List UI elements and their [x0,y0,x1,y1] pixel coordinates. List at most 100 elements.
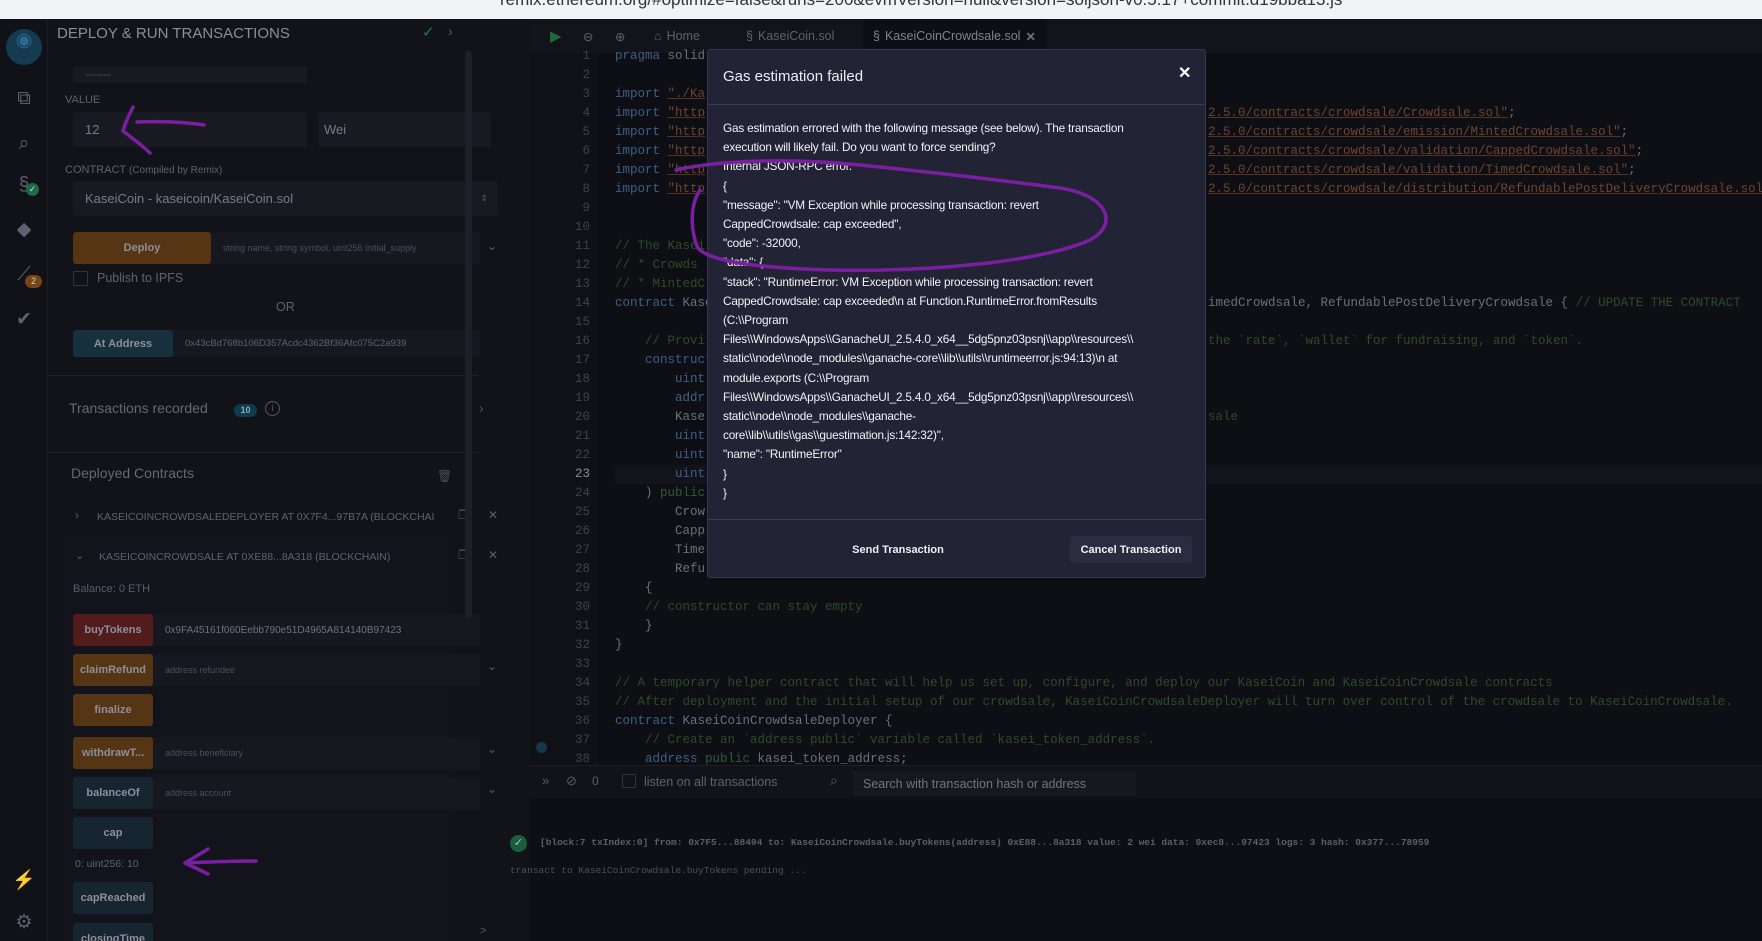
withdrawtokens-button[interactable]: withdrawT... [73,737,153,769]
withdrawtokens-input[interactable]: address beneficiary [153,737,480,769]
deploy-params-input[interactable]: string name, string symbol, uint256 init… [211,232,480,264]
line-number: 24 [574,486,590,500]
code-text: uint [615,465,705,484]
chevron-right-icon[interactable]: › [448,23,453,39]
console-prompt[interactable]: > [480,925,486,937]
code-token: imedCrowdsale, RefundablePostDeliveryCro… [1208,296,1576,310]
buytokens-input[interactable]: 0x9FA45161f060Eebb790e51D4965A814140B974… [153,614,480,646]
remix-logo-icon[interactable]: ◉ [6,29,42,65]
cap-button[interactable]: cap [73,817,153,849]
icon-panel: ◉ ⧉ ⌕ § ✓ ◆ ⟋ 2 ✔ ⚡ ⚙ [0,19,48,941]
trash-icon[interactable]: 🗑 [437,469,452,483]
dialog-message-line: execution will likely fail. Do you want … [723,140,996,155]
dialog-message-line: CappedCrowdsale: cap exceeded\n at Funct… [723,293,1097,308]
code-text: // * Crowds [615,256,698,275]
claimrefund-input[interactable]: address refundee [153,654,480,686]
tab-label: Home [666,29,700,43]
balanceof-button[interactable]: balanceOf [73,777,153,809]
settings-gear-icon[interactable]: ⚙ [12,911,36,935]
file-explorer-icon[interactable]: ⧉ [12,87,36,111]
line-number: 30 [574,600,590,614]
info-icon[interactable]: i [265,401,280,416]
breakpoint-marker[interactable] [536,742,547,753]
code-text: { [615,579,653,598]
value-input[interactable]: 12 [73,112,307,147]
code-token: public [660,486,706,500]
collapse-terminal-icon[interactable]: » [542,773,549,788]
code-line: 36 contract KaseiCoinCrowdsaleDeployer { [530,712,1762,731]
url-text[interactable]: remix.ethereum.org/#optimize=false&runs=… [500,0,1342,10]
chevron-down-icon[interactable]: ⌄ [487,659,497,673]
balanceof-input[interactable]: address account [153,777,480,809]
chevron-down-icon[interactable]: ⌄ [487,239,497,253]
code-token: // UPDATE THE CONTRACT [1575,296,1741,310]
line-number: 13 [574,277,590,291]
finalize-button[interactable]: finalize [73,694,153,726]
contract-instance-title[interactable]: KASEICOINCROWDSALE AT 0XE88...8A318 (BLO… [99,551,390,563]
listen-label: listen on all transactions [644,775,778,789]
code-text: import "http [615,180,705,199]
dialog-title: Gas estimation failed [723,68,864,85]
dialog-message-line: Files\\WindowsApps\\GanacheUI_2.5.4.0_x6… [723,389,1134,404]
check-badge-icon: ✓ [26,183,39,196]
tab-label: KaseiCoin.sol [757,29,835,43]
plugin-manager-icon[interactable]: ⚡ [12,869,36,893]
solidity-compiler-icon[interactable]: § ✓ [12,173,39,197]
solidity-file-icon: § [746,29,753,43]
clear-console-icon[interactable]: ⊘ [566,773,577,789]
at-address-button[interactable]: At Address [73,330,173,357]
close-icon[interactable]: ✕ [488,548,498,562]
sidebar-scrollbar[interactable] [465,50,472,618]
claimrefund-button[interactable]: claimRefund [73,654,153,686]
chevron-down-icon[interactable]: ⌄ [75,549,84,562]
line-number: 20 [574,410,590,424]
gas-limit-input[interactable]: ------- [73,66,307,83]
dialog-message-line: (C:\\Program [723,313,789,327]
search-icon[interactable]: ⌕ [12,132,36,156]
at-address-input[interactable]: 0x43cBd768b106D357Acdc4362Bf36Afc075C2a9… [173,330,480,357]
line-number: 2 [582,68,590,82]
buytokens-button[interactable]: buyTokens [73,614,153,646]
line-number: 22 [574,448,590,462]
deploy-run-icon[interactable]: ◆ [12,218,36,242]
line-number: 5 [582,125,590,139]
line-number: 10 [574,220,590,234]
code-text: import "http [615,104,705,123]
dialog-message-line: } [723,485,727,500]
send-transaction-button[interactable]: Send Transaction [846,536,950,563]
terminal-toolbar: » ⊘ 0 listen on all transactions ⌕ [530,765,1762,798]
deploy-button[interactable]: Deploy [73,232,211,264]
code-token: import [615,125,661,139]
close-icon[interactable]: ✕ [1178,63,1191,83]
code-token: "./Ka [667,87,706,101]
chevron-down-icon[interactable]: ⌄ [487,782,497,796]
contract-label-text: CONTRACT [65,164,126,176]
code-line: 32} [530,636,1762,655]
cancel-transaction-button[interactable]: Cancel Transaction [1070,536,1192,563]
gas-estimation-dialog: Gas estimation failed ✕ Gas estimation e… [707,49,1206,578]
publish-ipfs-checkbox[interactable] [73,271,88,286]
chevron-right-icon[interactable]: › [75,508,79,522]
contract-instance-title[interactable]: KASEICOINCROWDSALEDEPLOYER AT 0X7F4...97… [97,511,434,523]
code-token: Capp [615,524,706,538]
listen-checkbox[interactable] [622,774,636,788]
close-icon[interactable]: ✕ [488,508,498,522]
capreached-button[interactable]: capReached [73,882,153,914]
line-number: 4 [582,106,590,120]
line-number: 7 [582,163,590,177]
chevron-right-icon[interactable]: › [479,400,484,416]
code-token: "http [667,163,706,177]
close-tab-icon[interactable]: ✕ [1025,29,1035,44]
contract-select[interactable]: KaseiCoin - kaseicoin/KaseiCoin.sol ⇕ [73,181,498,216]
verification-icon[interactable]: ✔ [12,308,36,332]
closingtime-button[interactable]: closingTime [73,923,153,941]
transaction-search-input[interactable] [853,771,1136,796]
chevron-down-icon[interactable]: ⌄ [487,742,497,756]
transaction-log[interactable]: [block:7 txIndex:0] from: 0x7F5...88494 … [540,837,1429,848]
analysis-icon[interactable]: ⟋ 2 [12,263,42,288]
line-number: 26 [574,524,590,538]
code-token: Refu [615,562,706,576]
